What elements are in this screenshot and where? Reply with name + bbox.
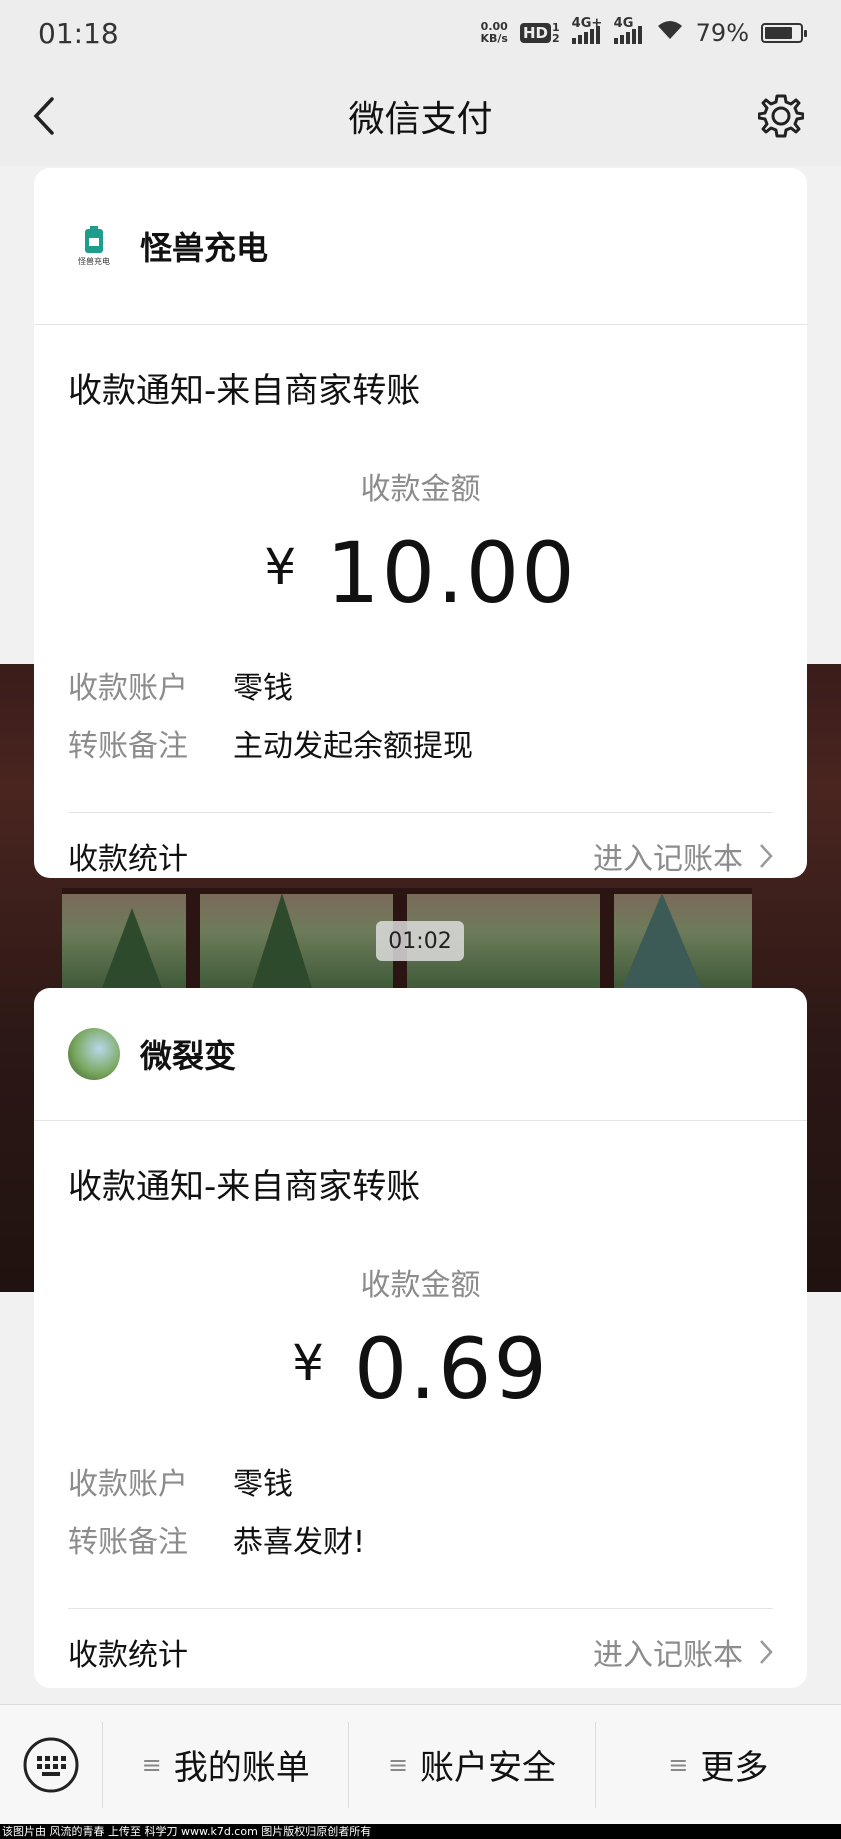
menu-my-bills[interactable]: ≡ 我的账单 xyxy=(102,1721,348,1808)
menu-item-label: 账户安全 xyxy=(420,1748,557,1788)
nav-bar: 微信支付 xyxy=(0,66,841,166)
status-icons: 0.00 KB/s HD 1 2 4G+ 4G 79% xyxy=(481,16,807,47)
detail-key: 转账备注 xyxy=(68,729,188,764)
stats-link-row[interactable]: 收款统计 进入记账本 xyxy=(68,812,773,878)
detail-rows: 收款账户 零钱 转账备注 主动发起余额提现 xyxy=(34,656,807,772)
signal-4g-plus-icon: 4G+ xyxy=(571,16,602,44)
gear-icon xyxy=(758,94,804,138)
chevron-right-icon xyxy=(760,843,773,868)
stats-label: 收款统计 xyxy=(68,841,188,877)
amount-value: 0.69 xyxy=(353,1320,549,1418)
back-button[interactable] xyxy=(4,66,84,166)
detail-value: 零钱 xyxy=(233,671,293,706)
ledger-link[interactable]: 进入记账本 xyxy=(593,834,773,878)
amount: ¥10.00 xyxy=(34,524,807,622)
menu-list-icon: ≡ xyxy=(387,1750,409,1779)
merchant-name[interactable]: 微裂变 xyxy=(140,1031,236,1077)
signal-4g-icon: 4G xyxy=(613,16,644,44)
payment-card[interactable]: 微裂变 收款通知-来自商家转账 收款金额 ¥0.69 收款账户 零钱 转账备注 … xyxy=(34,988,807,1688)
detail-value: 零钱 xyxy=(233,1467,293,1502)
payment-card[interactable]: 怪兽充电 怪兽充电 收款通知-来自商家转账 收款金额 ¥10.00 收款账户 零… xyxy=(34,168,807,878)
chevron-right-icon xyxy=(760,1639,773,1664)
detail-row: 收款账户 零钱 xyxy=(68,656,807,714)
detail-value: 恭喜发财! xyxy=(233,1525,366,1560)
menu-list-icon: ≡ xyxy=(141,1750,162,1779)
amount-label: 收款金额 xyxy=(360,1268,481,1303)
ledger-link[interactable]: 进入记账本 xyxy=(593,1630,773,1674)
merchant-avatar[interactable] xyxy=(68,1028,120,1080)
hd-label: HD xyxy=(519,23,551,43)
stats-label: 收款统计 xyxy=(68,1637,188,1673)
hd-sub: 2 xyxy=(552,32,560,45)
keyboard-button[interactable] xyxy=(0,1705,102,1825)
detail-key: 转账备注 xyxy=(68,1525,188,1560)
settings-button[interactable] xyxy=(741,66,821,166)
bottom-menu: ≡ 我的账单 ≡ 账户安全 ≡ 更多 xyxy=(0,1704,841,1824)
notice-title: 收款通知-来自商家转账 xyxy=(68,1167,421,1207)
battery-icon xyxy=(761,23,807,43)
net-speed-unit: KB/s xyxy=(480,32,508,45)
currency-symbol: ¥ xyxy=(292,1334,326,1392)
notice-title: 收款通知-来自商家转账 xyxy=(68,371,421,411)
net-speed: 0.00 KB/s xyxy=(481,21,508,45)
merchant-logo[interactable]: 怪兽充电 xyxy=(68,220,120,272)
card-header: 怪兽充电 怪兽充电 xyxy=(34,168,807,325)
watermark: 该图片由 风流的青春 上传至 科学刀 www.k7d.com 图片版权归原创者所… xyxy=(0,1824,841,1839)
amount-label: 收款金额 xyxy=(360,472,481,507)
stats-link-row[interactable]: 收款统计 进入记账本 xyxy=(68,1608,773,1688)
merchant-name[interactable]: 怪兽充电 xyxy=(140,223,268,269)
detail-key: 收款账户 xyxy=(68,1467,188,1502)
keyboard-icon xyxy=(23,1737,79,1792)
detail-row: 转账备注 恭喜发财! xyxy=(68,1510,807,1568)
currency-symbol: ¥ xyxy=(264,538,299,596)
menu-account-security[interactable]: ≡ 账户安全 xyxy=(348,1721,594,1808)
menu-list-icon: ≡ xyxy=(668,1750,689,1779)
chevron-left-icon xyxy=(33,97,54,135)
detail-value: 主动发起余额提现 xyxy=(233,729,473,764)
status-bar: 01:18 0.00 KB/s HD 1 2 4G+ 4G 79% xyxy=(0,0,841,66)
menu-item-label: 我的账单 xyxy=(173,1748,310,1788)
signal1-label: 4G+ xyxy=(571,16,603,31)
card-header: 微裂变 xyxy=(34,988,807,1121)
wifi-icon xyxy=(656,19,684,47)
ledger-link-label: 进入记账本 xyxy=(593,1637,743,1673)
amount: ¥0.69 xyxy=(34,1320,807,1418)
ledger-link-label: 进入记账本 xyxy=(593,841,743,877)
menu-more[interactable]: ≡ 更多 xyxy=(594,1721,841,1808)
battery-percent: 79% xyxy=(695,19,749,47)
detail-key: 收款账户 xyxy=(68,671,188,706)
page-title: 微信支付 xyxy=(348,99,493,140)
status-time: 01:18 xyxy=(38,16,119,50)
amount-value: 10.00 xyxy=(326,524,577,622)
signal2-label: 4G xyxy=(613,16,634,31)
menu-item-label: 更多 xyxy=(700,1748,769,1788)
hd-icon: HD 1 2 xyxy=(519,22,560,45)
merchant-logo-caption: 怪兽充电 xyxy=(78,256,110,266)
detail-row: 转账备注 主动发起余额提现 xyxy=(68,714,807,772)
charger-icon xyxy=(85,225,103,253)
message-time: 01:02 xyxy=(376,921,464,961)
detail-rows: 收款账户 零钱 转账备注 恭喜发财! xyxy=(34,1452,807,1568)
detail-row: 收款账户 零钱 xyxy=(68,1452,807,1510)
